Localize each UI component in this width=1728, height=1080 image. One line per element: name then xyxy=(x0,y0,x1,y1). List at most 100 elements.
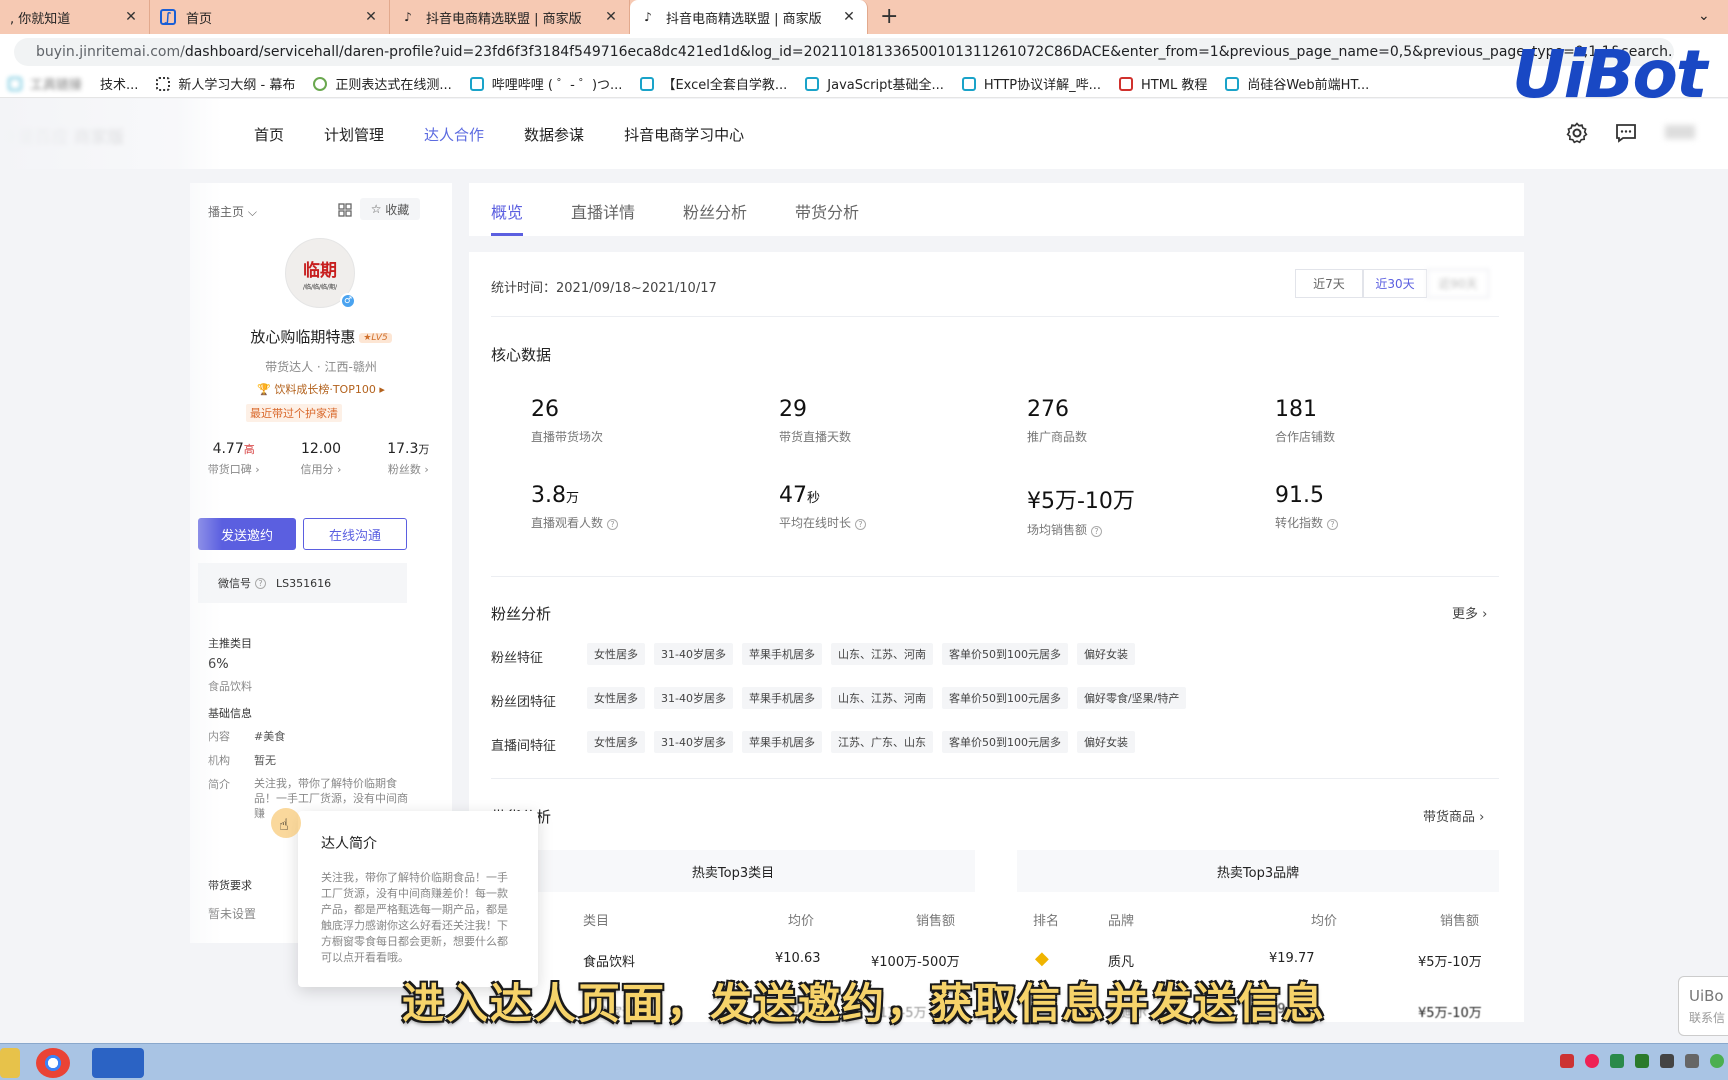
folder-icon[interactable] xyxy=(0,1048,20,1078)
range-30d[interactable]: 近30天 xyxy=(1363,269,1427,298)
message-icon[interactable] xyxy=(1614,121,1638,145)
close-icon[interactable]: ✕ xyxy=(841,9,857,25)
nav-learning[interactable]: 抖音电商学习中心 xyxy=(624,124,744,145)
browser-tab[interactable]: ♪ 抖音电商精选联盟 | 商家版 ✕ xyxy=(390,0,630,34)
url-path: dashboard/servicehall/daren-profile?uid=… xyxy=(184,44,1674,60)
home-dropdown[interactable]: 播主页 ⌵ xyxy=(208,203,257,220)
help-icon[interactable]: ? xyxy=(607,519,619,530)
nav-data[interactable]: 数据参谋 xyxy=(524,124,584,145)
tab-live-detail[interactable]: 直播详情 xyxy=(571,199,635,223)
chevron-down-icon: ⌵ xyxy=(247,205,257,219)
top-brand-header: 热卖Top3品牌 xyxy=(1017,850,1499,892)
chip: 山东、江苏、河南 xyxy=(830,687,933,709)
tab-fans[interactable]: 粉丝分析 xyxy=(683,199,747,223)
stat-time: 统计时间：2021/09/18~2021/10/17 xyxy=(491,281,717,296)
favorite-button[interactable]: ☆ 收藏 xyxy=(360,198,420,220)
tray-icon[interactable] xyxy=(1585,1054,1599,1068)
bookmark[interactable]: HTTP协议详解_哔... xyxy=(961,74,1102,93)
browser-tab[interactable]: , 你就知道 ✕ xyxy=(0,0,150,34)
browser-tab[interactable]: ∫ 首页 ✕ xyxy=(150,0,390,34)
tab-list-icon[interactable]: ⌄ xyxy=(1698,8,1710,24)
bilibili-icon xyxy=(640,76,655,91)
table-cell: 食品饮料 xyxy=(583,955,636,970)
fan-row-label: 直播间特征 xyxy=(491,739,557,754)
col-header: 排名 xyxy=(1033,914,1060,929)
nav-home[interactable]: 首页 xyxy=(254,124,284,145)
nav-daren[interactable]: 达人合作 xyxy=(424,124,484,145)
chip: 山东、江苏、河南 xyxy=(830,643,933,665)
close-icon[interactable]: ✕ xyxy=(603,9,619,25)
uibot-side-widget[interactable]: UiBo 联系信 xyxy=(1678,976,1728,1036)
wechat-label: 微信号 xyxy=(218,577,251,590)
nav-plan[interactable]: 计划管理 xyxy=(324,124,384,145)
range-90d[interactable]: 近90天 xyxy=(1427,269,1489,298)
online-chat-button[interactable]: 在线沟通 xyxy=(303,518,407,550)
tray-icon[interactable] xyxy=(1560,1054,1574,1068)
stat-fans[interactable]: 17.3万 粉丝数 › xyxy=(365,441,452,477)
org-value: 暂无 xyxy=(254,754,276,767)
help-icon[interactable]: ? xyxy=(1091,526,1103,537)
chrome-icon[interactable] xyxy=(36,1048,70,1078)
col-header: 类目 xyxy=(583,914,610,929)
divider xyxy=(491,316,1499,317)
rank-badge[interactable]: 🏆 饮料成长榜·TOP100 ▸ xyxy=(190,381,452,397)
bookmark-label: HTTP协议详解_哔... xyxy=(983,78,1102,93)
volume-icon[interactable] xyxy=(1685,1054,1699,1068)
tray-icon[interactable] xyxy=(1660,1054,1674,1068)
bookmark-label: JavaScript基础全... xyxy=(827,78,944,93)
bookmark[interactable]: 新人学习大纲 - 幕布 xyxy=(156,74,295,93)
qrcode-icon[interactable] xyxy=(336,201,354,219)
stat-credit[interactable]: 12.00 信用分 › xyxy=(277,441,364,477)
help-icon[interactable]: ? xyxy=(1327,519,1339,530)
metric-conversion: 91.5 转化指数? xyxy=(1275,483,1339,531)
sales-goods-link[interactable]: 带货商品 › xyxy=(1423,806,1484,825)
close-icon[interactable]: ✕ xyxy=(123,9,139,25)
new-tab-button[interactable]: + xyxy=(880,4,898,29)
bookmark[interactable]: 尚硅谷Web前端HT... xyxy=(1225,74,1369,93)
help-icon[interactable]: ? xyxy=(255,577,266,589)
url-field[interactable]: buyin.jinritemai.com/dashboard/serviceha… xyxy=(14,38,1674,66)
content-tabs: 概览 直播详情 粉丝分析 带货分析 xyxy=(469,183,1524,236)
tab-title: 抖音电商精选联盟 | 商家版 xyxy=(426,11,582,27)
divider xyxy=(491,778,1499,779)
tray-icon[interactable] xyxy=(1710,1054,1724,1068)
table-cell: ¥100万-500万 xyxy=(871,955,960,970)
tray-icon[interactable] xyxy=(1635,1054,1649,1068)
overview-panel: 统计时间：2021/09/18~2021/10/17 近7天 近30天 近90天… xyxy=(469,252,1524,1022)
app-icon[interactable] xyxy=(92,1048,144,1078)
html-icon xyxy=(1119,76,1134,91)
close-icon[interactable]: ✕ xyxy=(363,9,379,25)
browser-tab-active[interactable]: ♪ 抖音电商精选联盟 | 商家版 ✕ xyxy=(630,0,868,34)
avatar[interactable] xyxy=(1665,125,1695,139)
bookmark[interactable]: JavaScript基础全... xyxy=(805,74,944,93)
tab-overview[interactable]: 概览 xyxy=(491,199,523,223)
settings-icon[interactable] xyxy=(1565,121,1589,145)
help-icon[interactable]: ? xyxy=(855,519,867,530)
bookmark[interactable]: 哔哩哔哩 ( ゜- ゜)つ... xyxy=(469,74,623,93)
send-invite-button[interactable]: 发送邀约 xyxy=(198,518,296,550)
bookmark[interactable]: HTML 教程 xyxy=(1119,74,1207,93)
metric-avg-duration: 47秒 平均在线时长? xyxy=(779,483,867,531)
range-selector: 近7天 近30天 近90天 xyxy=(1295,269,1489,298)
bookmark[interactable]: 【Excel全套自学教... xyxy=(640,74,787,93)
content-label: 内容 xyxy=(208,730,230,743)
bookmark[interactable]: 正则表达式在线测... xyxy=(313,74,452,93)
range-7d[interactable]: 近7天 xyxy=(1295,269,1363,298)
tab-sales[interactable]: 带货分析 xyxy=(795,199,859,223)
stat-reputation[interactable]: 4.77高 带货口碑 › xyxy=(190,441,277,477)
video-caption: 进入达人页面，发送邀约，获取信息并发送信息 xyxy=(401,979,1326,1028)
browser-tab-bar: , 你就知道 ✕ ∫ 首页 ✕ ♪ 抖音电商精选联盟 | 商家版 ✕ ♪ 抖音电… xyxy=(0,0,1728,34)
requirement-section: 带货要求 暂未设置 xyxy=(190,865,300,943)
tray-icon[interactable] xyxy=(1610,1054,1624,1068)
bookmark[interactable]: 工具链接 xyxy=(8,74,82,93)
bookmark-label: 哔哩哔哩 ( ゜- ゜)つ... xyxy=(491,78,623,93)
chip: 苹果手机居多 xyxy=(741,687,822,709)
more-link[interactable]: 更多 › xyxy=(1452,603,1487,622)
bilibili-icon xyxy=(961,76,976,91)
bookmark[interactable]: 技术... xyxy=(100,74,138,93)
popover-title: 达人简介 xyxy=(321,836,377,852)
chip: 江苏、广东、山东 xyxy=(830,731,933,753)
wechat-value[interactable]: LS351616 xyxy=(276,577,331,590)
widget-sub: 联系信 xyxy=(1689,1011,1726,1025)
col-header: 均价 xyxy=(1311,914,1338,929)
